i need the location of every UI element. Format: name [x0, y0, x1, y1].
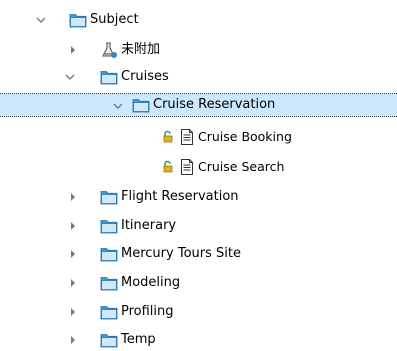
tree-node-modeling[interactable]: Modeling — [0, 271, 397, 295]
chevron-down-icon[interactable] — [34, 8, 48, 32]
tree-node-unattached[interactable]: 未附加 — [0, 38, 397, 62]
tree-node-subject[interactable]: Subject — [0, 8, 397, 32]
tree-node-label: Cruises — [121, 69, 169, 84]
folder-icon — [132, 96, 150, 114]
chevron-right-icon[interactable] — [66, 185, 80, 209]
tree-node-itinerary[interactable]: Itinerary — [0, 214, 397, 238]
chevron-right-icon[interactable] — [66, 300, 80, 324]
folder-icon — [100, 274, 118, 292]
chevron-right-icon[interactable] — [66, 242, 80, 266]
tree-node-cruises[interactable]: Cruises — [0, 65, 397, 89]
tree-node-label: Flight Reservation — [121, 189, 239, 204]
chevron-right-icon[interactable] — [66, 328, 80, 351]
tree-node-mercury-tours-site[interactable]: Mercury Tours Site — [0, 242, 397, 266]
folder-icon — [100, 188, 118, 206]
test-document-icon — [178, 128, 196, 146]
tree-node-profiling[interactable]: Profiling — [0, 300, 397, 324]
lock-icon — [163, 130, 174, 143]
tree-node-cruise-booking[interactable]: Cruise Booking — [0, 125, 397, 149]
chevron-down-icon[interactable] — [111, 94, 125, 118]
tree-node-cruise-search[interactable]: Cruise Search — [0, 155, 397, 179]
folder-icon — [69, 11, 87, 29]
flask-icon — [100, 41, 118, 59]
chevron-down-icon[interactable] — [63, 65, 77, 89]
tree-node-label: Mercury Tours Site — [121, 246, 241, 261]
lock-icon — [163, 160, 174, 173]
tree-node-label: Profiling — [121, 304, 174, 319]
tree-node-label: Cruise Booking — [198, 129, 292, 144]
tree-node-label: Modeling — [121, 275, 181, 290]
tree-node-label: Itinerary — [121, 218, 177, 233]
folder-icon — [100, 303, 118, 321]
folder-icon — [100, 68, 118, 86]
folder-icon — [100, 217, 118, 235]
chevron-right-icon[interactable] — [66, 38, 80, 62]
tree-node-cruise-reservation[interactable]: Cruise Reservation — [0, 93, 397, 117]
folder-icon — [100, 245, 118, 263]
test-plan-tree: Subject 未附加 Cruises Cruise Reservation C… — [0, 0, 397, 351]
tree-node-flight-reservation[interactable]: Flight Reservation — [0, 185, 397, 209]
tree-node-label: Temp — [121, 332, 156, 347]
tree-node-label: Cruise Reservation — [153, 97, 276, 112]
chevron-right-icon[interactable] — [66, 271, 80, 295]
test-document-icon — [178, 158, 196, 176]
chevron-right-icon[interactable] — [66, 214, 80, 238]
folder-icon — [100, 331, 118, 349]
tree-node-label: 未附加 — [121, 42, 161, 57]
tree-node-label: Cruise Search — [198, 159, 285, 174]
tree-node-label: Subject — [90, 12, 139, 27]
tree-node-temp[interactable]: Temp — [0, 328, 397, 351]
